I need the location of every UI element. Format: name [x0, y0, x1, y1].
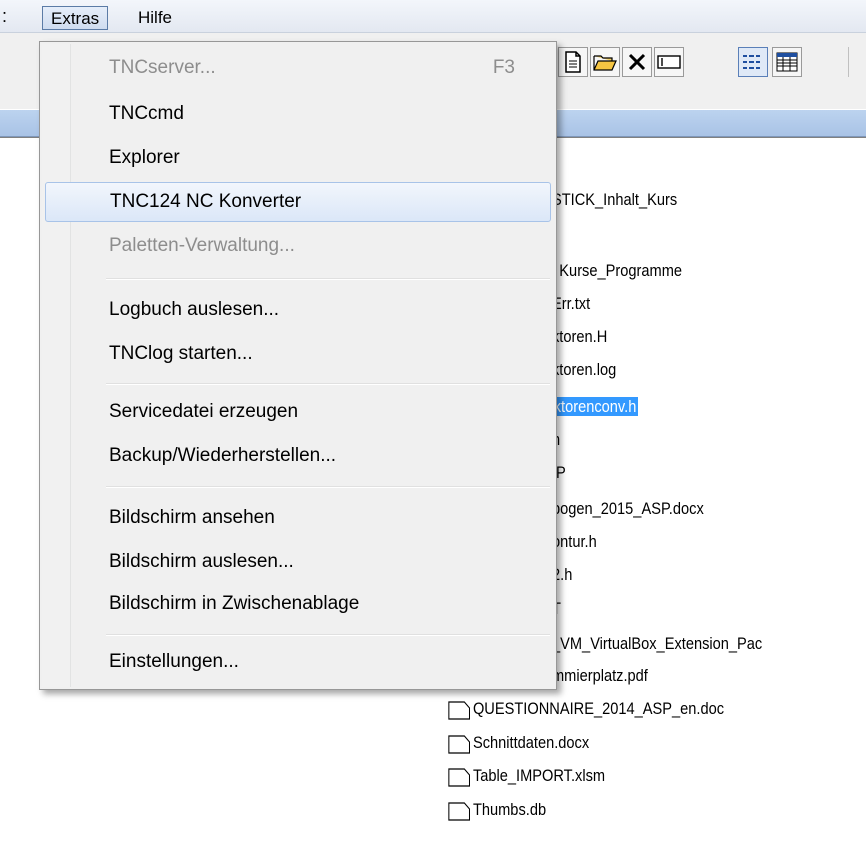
menu-item-paletten-verwaltung[interactable]: Paletten-Verwaltung...: [45, 226, 551, 266]
file-item[interactable]: _VM_VirtualBox_Extension_Pac: [552, 632, 762, 656]
menu-item-label: Bildschirm auslesen...: [109, 551, 294, 572]
menu-hilfe[interactable]: Hilfe: [130, 6, 180, 30]
file-item[interactable]: ktoren.log: [552, 358, 616, 382]
toolbar-overflow: [848, 47, 866, 77]
menu-separator: [106, 486, 550, 488]
menu-item-label: Explorer: [109, 147, 180, 168]
menu-item-label: TNCserver...: [109, 57, 216, 78]
menu-bar: : Extras Hilfe: [0, 0, 866, 33]
menu-item-label: Einstellungen...: [109, 651, 239, 672]
menu-item-backup-wiederherstellen[interactable]: Backup/Wiederherstellen...: [45, 436, 551, 476]
menu-item-einstellungen[interactable]: Einstellungen...: [45, 642, 551, 682]
details-view-button[interactable]: [772, 47, 802, 77]
menu-item-servicedatei-erzeugen[interactable]: Servicedatei erzeugen: [45, 392, 551, 432]
rename-icon: [657, 55, 681, 69]
open-folder-icon: [593, 55, 617, 71]
menu-item-label: Paletten-Verwaltung...: [109, 235, 295, 256]
file-item[interactable]: l Kurse_Programme: [552, 259, 682, 283]
file-item-selected[interactable]: ktorenconv.h: [552, 395, 639, 419]
menu-item-label: Servicedatei erzeugen: [109, 401, 299, 422]
menu-item-tnclog-starten[interactable]: TNClog starten...: [45, 334, 551, 374]
menu-item-explorer[interactable]: Explorer: [45, 138, 551, 178]
menu-item-bildschirm-in-zwischenablage[interactable]: Bildschirm in Zwischenablage: [45, 584, 551, 624]
file-item[interactable]: STICK_Inhalt_Kurs: [552, 188, 677, 212]
menu-item-label: Bildschirm in Zwischenablage: [109, 593, 360, 614]
file-item[interactable]: Err.txt: [552, 292, 590, 316]
menu-extras[interactable]: Extras: [42, 6, 109, 30]
menu-bar-edge: :: [2, 6, 8, 26]
file-item[interactable]: mmierplatz.pdf: [552, 664, 648, 688]
extras-dropdown-menu: TNCserver... F3 TNCcmd Explorer TNC124 N…: [39, 41, 557, 690]
menu-item-logbuch-auslesen[interactable]: Logbuch auslesen...: [45, 290, 551, 330]
menu-item-label: TNCcmd: [109, 103, 184, 124]
menu-item-bildschirm-ansehen[interactable]: Bildschirm ansehen: [45, 498, 551, 538]
file-item[interactable]: ktoren.H: [552, 325, 607, 349]
open-folder-button[interactable]: [590, 47, 620, 77]
delete-icon: [628, 53, 646, 71]
menu-item-label: TNClog starten...: [109, 343, 253, 364]
menu-separator: [106, 383, 550, 385]
menu-separator: [106, 278, 550, 280]
file-icon: [448, 734, 471, 754]
file-item[interactable]: bogen_2015_ASP.docx: [552, 497, 704, 521]
file-item[interactable]: ontur.h: [552, 530, 597, 554]
menu-item-bildschirm-auslesen[interactable]: Bildschirm auslesen...: [45, 542, 551, 582]
file-item[interactable]: Schnittdaten.docx: [448, 731, 589, 755]
menu-separator: [106, 634, 550, 636]
menu-item-label: Logbuch auslesen...: [109, 299, 280, 320]
menu-item-label: TNC124 NC Konverter: [110, 191, 302, 212]
new-file-button[interactable]: [558, 47, 588, 77]
menu-item-tnc124-nc-konverter[interactable]: TNC124 NC Konverter: [45, 182, 551, 222]
file-item[interactable]: Table_IMPORT.xlsm: [448, 764, 605, 788]
file-item[interactable]: QUESTIONNAIRE_2014_ASP_en.doc: [448, 697, 724, 721]
menu-item-shortcut: F3: [492, 57, 515, 78]
menu-item-label: Backup/Wiederherstellen...: [109, 445, 337, 466]
file-icon: [448, 700, 471, 720]
delete-button[interactable]: [622, 47, 652, 77]
list-view-icon: [743, 55, 760, 69]
rename-button[interactable]: [654, 47, 684, 77]
menu-item-label: Bildschirm ansehen: [109, 507, 275, 528]
file-icon: [448, 767, 471, 787]
file-icon: [448, 801, 471, 821]
app-window: : Extras Hilfe STICK_Inhalt_Kurs l Kurse…: [0, 0, 866, 845]
new-file-icon: [565, 51, 581, 73]
file-item[interactable]: Thumbs.db: [448, 798, 546, 822]
list-view-button[interactable]: [738, 47, 768, 77]
details-view-icon: [776, 52, 798, 72]
menu-item-tncserver[interactable]: TNCserver... F3: [45, 48, 551, 88]
menu-item-tnccmd[interactable]: TNCcmd: [45, 94, 551, 134]
